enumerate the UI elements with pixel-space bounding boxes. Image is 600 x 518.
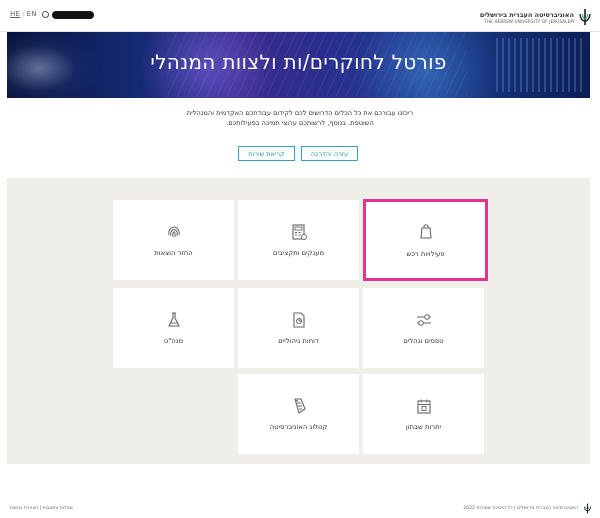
tile-label: דוחות ניהוליים [278,337,319,345]
language-switcher[interactable]: HE / EN [10,10,37,18]
logo-english-text: THE HEBREW UNIVERSITY OF JERUSALEM [484,18,574,24]
shopping-bag-icon [419,224,432,239]
report-document-icon [292,312,305,328]
tile-university-catalog[interactable]: קטלוג האוניברסיטה [238,374,359,454]
footer-copyright: האוניברסיטה העברית בירושלים | כל הזכויות… [463,506,578,511]
tile-label: פעילויות רכש [406,250,445,258]
intro-line: השוטפת. בנוסף, לרשותכם ערוצי תמיכה בפעיל… [226,119,374,127]
tile-management-reports[interactable]: דוחות ניהוליים [238,288,359,368]
tile-grants-budgets[interactable]: מענקים ותקציבים [238,200,359,280]
tile-label: יתרות שבתון [405,423,442,431]
tile-label: החזר הוצאות [154,249,193,257]
tile-label: מענקים ותקציבים [272,249,325,257]
logo-text: האוניברסיטה העברית בירושלים THE HEBREW U… [480,11,574,24]
tile-procurement[interactable]: פעילויות רכש [363,199,488,281]
hero-banner: פורטל לחוקרים/ות ולצוות המנהלי [7,32,590,98]
lang-separator: / [22,10,25,18]
menorah-logo-icon [579,9,591,25]
intro-line: ריכזנו עבורכם את כל הכלים הדרושים לכם לק… [186,109,414,117]
tile-expense-refund[interactable]: החזר הוצאות [113,200,234,280]
budget-calculator-icon [291,224,307,240]
redacted-username [52,11,94,19]
portal-tiles-grid: פעילויות רכש מענקים ותקציבים החזר הוצאות… [7,178,590,464]
calendar-icon [416,399,431,414]
lang-en-link[interactable]: EN [27,10,37,18]
help-guidance-button[interactable]: עזרה והדרכה [301,146,358,161]
tile-label: מנה"ט [163,337,184,345]
menorah-logo-icon [584,503,591,514]
tile-menahat[interactable]: מנה"ט [113,288,234,368]
page-title: פורטל לחוקרים/ות ולצוות המנהלי [150,50,447,74]
tile-label: קטלוג האוניברסיטה [269,423,328,431]
tile-sabbatical-balances[interactable]: יתרות שבתון [363,374,484,454]
intro-text: ריכזנו עבורכם את כל הכלים הדרושים לכם לק… [130,108,470,128]
footer-links[interactable]: שאלות ותשובות | הצהרת נגישות [10,506,73,511]
university-logo[interactable]: האוניברסיטה העברית בירושלים THE HEBREW U… [480,8,592,26]
logo-hebrew-text: האוניברסיטה העברית בירושלים [479,10,574,19]
toggle-settings-icon [416,314,431,326]
lang-he-link[interactable]: HE [10,10,20,18]
service-request-button[interactable]: קריאת שירות [238,146,295,161]
user-circle-icon[interactable] [42,11,49,18]
lab-flask-icon [167,312,180,327]
fingerprint-icon [167,226,180,238]
top-bar: HE / EN האוניברסיטה העברית בירושלים THE HE… [0,0,600,32]
tile-label: טפסים ונהלים [403,337,444,345]
catalog-tag-icon [293,398,306,414]
tile-forms-procedures[interactable]: טפסים ונהלים [363,288,484,368]
